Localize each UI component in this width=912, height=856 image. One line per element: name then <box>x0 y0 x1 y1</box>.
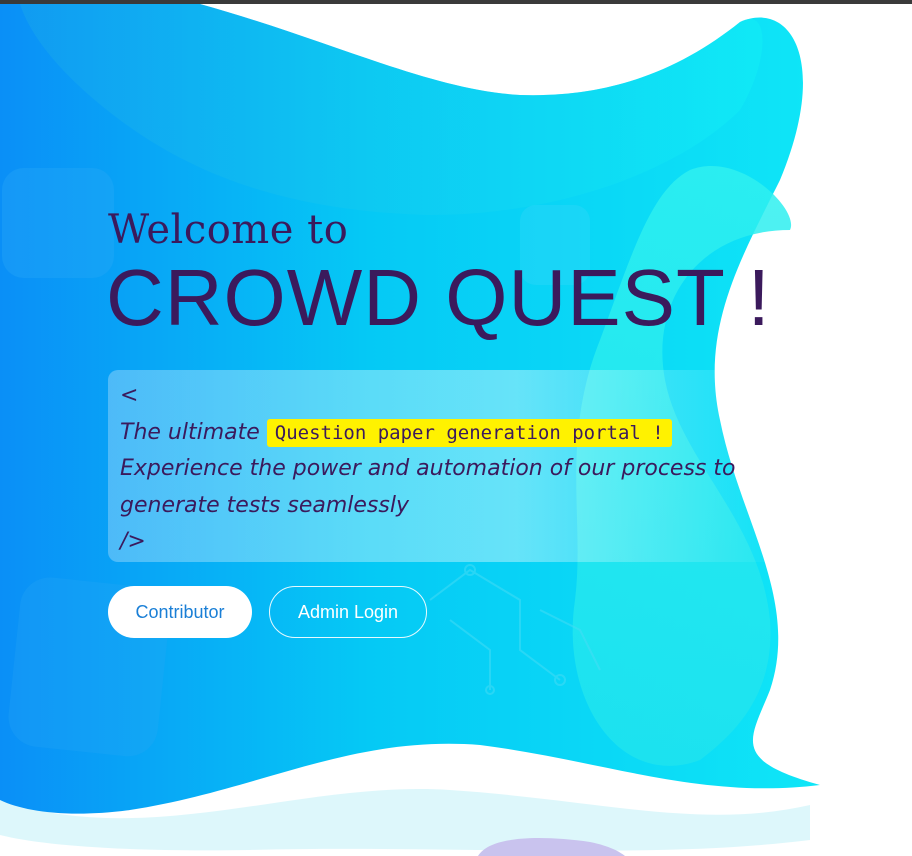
admin-login-button-label: Admin Login <box>297 601 399 622</box>
admin-login-button[interactable]: Admin Login <box>269 586 427 638</box>
tagline-highlight: Question paper generation portal ! <box>266 418 672 447</box>
tagline-prefix: The ultimate <box>120 419 267 445</box>
tagline-line-1: The ultimate Question paper generation p… <box>120 415 788 452</box>
tagline-close-tag: /> <box>120 529 146 554</box>
decor-square-1 <box>2 168 114 278</box>
contributor-button[interactable]: Contributor <box>108 586 252 638</box>
tagline-box: < The ultimate Question paper generation… <box>108 370 788 562</box>
tagline-line-2: Experience the power and automation of o… <box>120 456 736 481</box>
tagline-line-3: generate tests seamlessly <box>120 492 409 518</box>
contributor-button-label: Contributor <box>135 601 225 622</box>
tagline-open-tag: < <box>120 383 139 408</box>
welcome-text: Welcome to <box>108 207 349 253</box>
hero-heading: Welcome to CROWD QUEST ! <box>106 206 828 342</box>
brand-title: CROWD QUEST ! <box>106 253 771 342</box>
